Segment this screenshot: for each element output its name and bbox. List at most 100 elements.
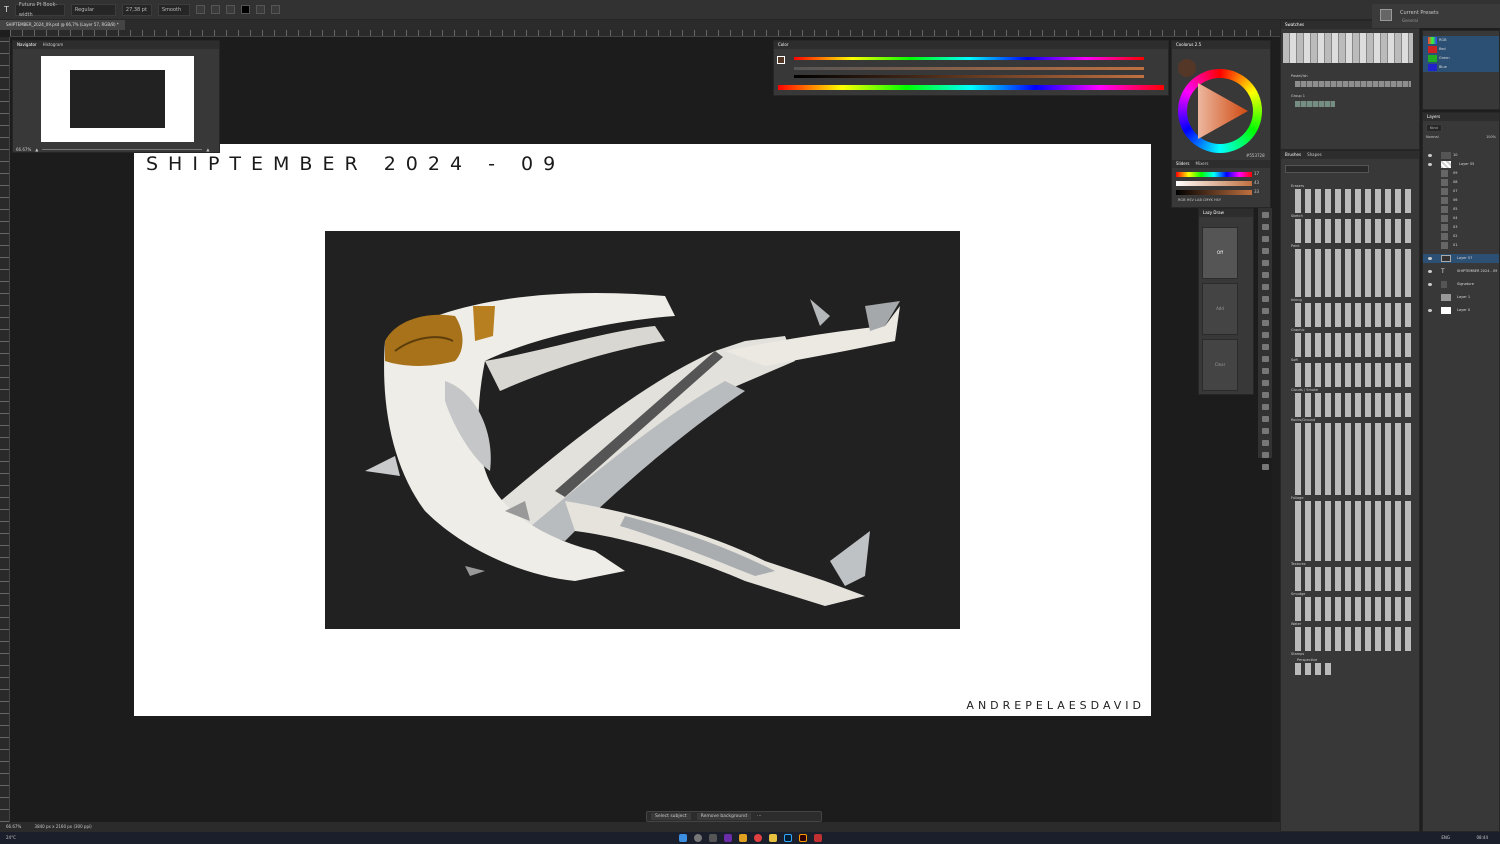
brush-row[interactable] (1295, 375, 1411, 387)
brush-row[interactable] (1295, 333, 1411, 345)
eye-icon[interactable] (1428, 163, 1432, 166)
brush-row[interactable] (1295, 435, 1411, 447)
tool-icon-22[interactable] (1261, 464, 1269, 470)
brush-search-input[interactable] (1285, 165, 1369, 173)
brush-row[interactable] (1295, 219, 1411, 231)
tool-icon-7[interactable] (1261, 284, 1269, 290)
character-panel-button[interactable] (270, 5, 280, 14)
text-color-swatch[interactable] (240, 5, 250, 14)
hue-bar[interactable] (1176, 172, 1252, 177)
navigator-preview[interactable] (41, 56, 194, 142)
brightness-slider[interactable] (794, 75, 1144, 78)
select-subject-button[interactable]: Select subject (651, 813, 691, 820)
clock[interactable]: 08:44 (1476, 835, 1488, 840)
tool-icon-5[interactable] (1261, 260, 1269, 266)
brush-row[interactable] (1295, 189, 1411, 201)
weather-widget[interactable]: 24°C (6, 835, 16, 840)
layer-row[interactable]: 05 (1423, 205, 1499, 214)
app-icon[interactable] (723, 834, 732, 842)
tool-icon-12[interactable] (1261, 344, 1269, 350)
layer-row[interactable]: 06 (1423, 196, 1499, 205)
tab-brushes[interactable]: Brushes (1285, 151, 1301, 159)
eye-icon[interactable] (1428, 309, 1432, 312)
lazy-off-button[interactable]: Off (1202, 227, 1238, 279)
photoshop-icon[interactable] (783, 834, 792, 842)
brush-row[interactable] (1295, 285, 1411, 297)
tool-icon-13[interactable] (1261, 356, 1269, 362)
brush-row[interactable] (1295, 393, 1411, 405)
sat-bar[interactable] (1176, 181, 1252, 186)
document-tab[interactable]: SHIPTEMBER_2024_09.psd @ 66,7% (Layer 57… (0, 20, 125, 30)
brush-row[interactable] (1295, 423, 1411, 435)
brush-row[interactable] (1295, 273, 1411, 285)
font-style-select[interactable]: Regular (70, 3, 116, 16)
align-right-button[interactable] (225, 5, 235, 14)
brush-row[interactable] (1295, 609, 1411, 621)
slider-value-3[interactable]: 33 (1254, 189, 1259, 194)
eye-icon[interactable] (1428, 270, 1432, 273)
warp-text-button[interactable] (255, 5, 265, 14)
brush-row[interactable] (1295, 231, 1411, 243)
swatch-row-pastel[interactable] (1295, 81, 1411, 87)
layer-row[interactable]: 03 (1423, 223, 1499, 232)
tool-icon-21[interactable] (1261, 452, 1269, 458)
swatch-group-2[interactable]: Group 1 (1281, 93, 1419, 99)
zoom-slider[interactable] (42, 149, 203, 150)
brush-row[interactable] (1295, 639, 1411, 651)
layer-row[interactable]: 02 (1423, 232, 1499, 241)
lazy-clear-button[interactable]: Clear (1202, 339, 1238, 391)
tab-sliders[interactable]: Sliders (1176, 160, 1190, 168)
spectrum-bar[interactable] (778, 85, 1164, 90)
brush-row[interactable] (1295, 459, 1411, 471)
tab-navigator[interactable]: Navigator (17, 41, 37, 49)
layer-row[interactable]: 10 (1423, 151, 1499, 160)
search-icon[interactable] (693, 834, 702, 842)
layer-row[interactable]: Layer 0 (1423, 306, 1499, 315)
eye-icon[interactable] (1428, 283, 1432, 286)
navigator-zoom-value[interactable]: 66.67% (16, 147, 31, 152)
layer-kind-filter[interactable]: Kind (1426, 124, 1442, 132)
swatch-group-1[interactable]: Pastel/ish (1281, 73, 1419, 79)
eye-icon[interactable] (1428, 257, 1432, 260)
swatch-row-group1[interactable] (1295, 101, 1335, 107)
brush-row[interactable] (1295, 303, 1411, 315)
layer-row[interactable]: 07 (1423, 187, 1499, 196)
more-options-icon[interactable]: ⋯ (757, 814, 762, 819)
tool-icon-10[interactable] (1261, 320, 1269, 326)
brush-row[interactable] (1295, 579, 1411, 591)
opacity-field[interactable]: 100% (1486, 135, 1496, 139)
chrome-icon[interactable] (753, 834, 762, 842)
brush-row[interactable] (1295, 201, 1411, 213)
channel-row-green[interactable]: Green (1423, 54, 1499, 63)
tool-icon-15[interactable] (1261, 380, 1269, 386)
eye-icon[interactable] (1428, 154, 1432, 157)
align-center-button[interactable] (210, 5, 220, 14)
channel-row-blue[interactable]: Blue (1423, 63, 1499, 72)
ruler-horizontal[interactable] (10, 30, 1280, 37)
tab-shapes[interactable]: Shapes (1307, 151, 1322, 159)
taskview-icon[interactable] (708, 834, 717, 842)
anti-alias-select[interactable]: Smooth (157, 3, 190, 16)
channel-row-red[interactable]: Red (1423, 45, 1499, 54)
brush-row[interactable] (1295, 483, 1411, 495)
brush-row[interactable] (1295, 261, 1411, 273)
tool-icon-2[interactable] (1261, 224, 1269, 230)
tool-icon-11[interactable] (1261, 332, 1269, 338)
brush-row[interactable] (1295, 537, 1411, 549)
brush-row[interactable] (1295, 405, 1411, 417)
ruler-vertical[interactable] (0, 37, 10, 822)
brush-row[interactable] (1295, 501, 1411, 513)
brush-row[interactable] (1295, 525, 1411, 537)
language-indicator[interactable]: ENG (1441, 835, 1450, 840)
tool-icon-16[interactable] (1261, 392, 1269, 398)
zoom-out-icon[interactable]: ▲ (35, 147, 38, 152)
brush-row[interactable] (1295, 447, 1411, 459)
layer-row-selected[interactable]: Layer 57 (1423, 254, 1499, 263)
layer-row[interactable]: 09 (1423, 169, 1499, 178)
brush-row[interactable] (1295, 549, 1411, 561)
layer-row[interactable]: 08 (1423, 178, 1499, 187)
font-family-select[interactable]: Futura Pt Book-width (14, 2, 65, 18)
status-zoom[interactable]: 66.67% (6, 824, 21, 829)
brush-row[interactable] (1295, 663, 1335, 675)
brush-row[interactable] (1295, 471, 1411, 483)
